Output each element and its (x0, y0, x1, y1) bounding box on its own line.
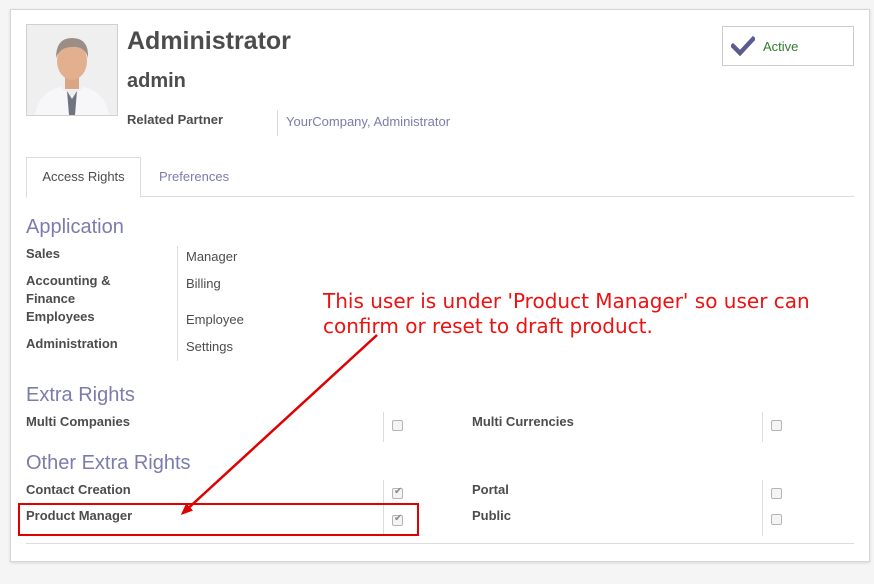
portal-label: Portal (472, 482, 509, 497)
employees-value[interactable]: Employee (186, 312, 244, 327)
field-divider (383, 412, 384, 442)
checkmark-icon: ✔ (394, 486, 403, 497)
portal-checkbox[interactable] (771, 488, 782, 499)
multi-currencies-label: Multi Currencies (472, 414, 574, 429)
tab-preferences[interactable]: Preferences (159, 169, 229, 184)
active-toggle-button[interactable]: Active (722, 26, 854, 66)
user-avatar[interactable] (26, 24, 118, 116)
multi-currencies-checkbox[interactable] (771, 420, 782, 431)
application-divider (177, 246, 178, 361)
other-extra-rights-section-title: Other Extra Rights (26, 452, 191, 474)
field-divider (762, 412, 763, 442)
contact-creation-checkbox[interactable]: ✔ (392, 486, 403, 499)
user-login: admin (127, 70, 186, 92)
accounting-value[interactable]: Billing (186, 276, 221, 291)
multi-companies-label: Multi Companies (26, 414, 131, 429)
active-toggle-label: Active (763, 39, 799, 54)
user-name-title: Administrator (127, 27, 291, 55)
multi-companies-checkbox[interactable] (392, 420, 403, 431)
tab-access-rights[interactable]: Access Rights (26, 157, 141, 198)
related-partner-label: Related Partner (127, 112, 224, 127)
application-section-title: Application (26, 216, 124, 238)
extra-rights-section-title: Extra Rights (26, 384, 135, 406)
tabs-divider (26, 196, 854, 197)
public-checkbox[interactable] (771, 514, 782, 525)
field-divider (762, 480, 763, 536)
public-label: Public (472, 508, 512, 523)
accounting-finance-label: Accounting & Finance (26, 273, 111, 306)
employees-label: Employees (26, 309, 95, 324)
contact-creation-label: Contact Creation (26, 482, 131, 497)
sales-label: Sales (26, 246, 60, 261)
sales-value[interactable]: Manager (186, 249, 237, 264)
form-bottom-divider (26, 543, 854, 544)
field-divider (277, 110, 278, 136)
avatar-photo (27, 25, 117, 115)
annotation-text: This user is under 'Product Manager' so … (323, 289, 810, 338)
administration-value[interactable]: Settings (186, 339, 233, 354)
product-manager-highlight-box (18, 503, 419, 536)
administration-label: Administration (26, 336, 118, 351)
check-icon (729, 35, 757, 62)
user-form-sheet: Administrator admin Related Partner Your… (10, 9, 870, 562)
related-partner-link[interactable]: YourCompany, Administrator (286, 114, 450, 129)
